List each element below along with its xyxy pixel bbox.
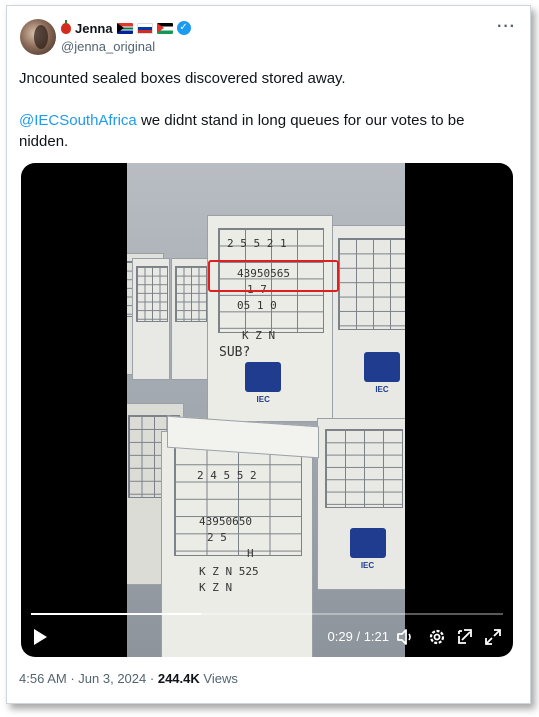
ballot-box <box>331 225 405 427</box>
author-name-row: Jenna ✓ <box>61 19 191 37</box>
video-controls: 0:29 / 1:21 <box>21 617 513 657</box>
tweet-line-2: @IECSouthAfrica we didnt stand in long q… <box>19 110 519 131</box>
box-text: 43950650 <box>199 515 252 528</box>
current-time: 0:29 <box>327 629 353 644</box>
tweet-text: Jncounted sealed boxes discovered stored… <box>19 68 519 152</box>
red-apple-icon <box>61 19 71 34</box>
verified-badge-icon: ✓ <box>176 21 191 35</box>
russia-flag-icon <box>136 22 153 34</box>
box-text: H <box>247 547 254 560</box>
settings-gear-icon[interactable] <box>427 627 447 647</box>
ballot-box <box>132 258 170 380</box>
duration: 1:21 <box>363 629 389 644</box>
south-africa-flag-icon <box>116 22 133 34</box>
tweet-line-1: Jncounted sealed boxes discovered stored… <box>19 70 346 87</box>
tweet-line-3: nidden. <box>19 133 69 150</box>
tweet-card: Jenna ✓ @jenna_original ··· Jncounted se… <box>6 5 531 704</box>
post-time[interactable]: 4:56 AM <box>19 671 67 686</box>
box-text: K Z N <box>199 581 233 594</box>
box-text: 2 4 5 5 2 <box>197 469 257 482</box>
box-text: 05 1 0 <box>237 299 277 312</box>
ballot-box <box>171 258 209 380</box>
tweet-line-2-text: we didnt stand in long queues for our vo… <box>136 112 465 129</box>
video-frame: 2 5 5 2 1 43950565 1 7 05 1 0 K Z N SUB?… <box>127 163 405 657</box>
tweet-metadata: 4:56 AM · Jun 3, 2024 · 244.4K Views <box>19 671 238 686</box>
video-player[interactable]: 2 5 5 2 1 43950565 1 7 05 1 0 K Z N SUB?… <box>21 163 513 657</box>
fullscreen-icon[interactable] <box>483 627 503 647</box>
play-icon[interactable] <box>33 629 47 645</box>
mention-link[interactable]: @IECSouthAfrica <box>19 112 137 129</box>
post-date[interactable]: Jun 3, 2024 <box>78 671 146 686</box>
box-text: K Z N 525 <box>199 565 259 578</box>
view-count: 244.4K <box>157 671 200 686</box>
video-progress-fill <box>31 613 201 615</box>
volume-icon[interactable] <box>395 627 415 647</box>
more-options-icon[interactable]: ··· <box>497 18 516 36</box>
user-handle[interactable]: @jenna_original <box>61 39 155 54</box>
avatar[interactable] <box>20 19 56 55</box>
palestine-flag-icon <box>156 22 173 34</box>
box-text: 2 5 <box>207 531 227 544</box>
picture-in-picture-icon[interactable] <box>455 627 475 647</box>
ballot-box <box>317 418 405 590</box>
highlight-rectangle <box>208 260 339 292</box>
video-progress-bar[interactable] <box>31 613 503 615</box>
display-name[interactable]: Jenna <box>75 21 113 36</box>
box-scribble: SUB? <box>219 345 251 360</box>
box-date-text: 2 5 5 2 1 <box>227 237 287 250</box>
box-text: K Z N <box>242 329 276 342</box>
video-time: 0:29 / 1:21 <box>327 629 389 644</box>
views-label: Views <box>203 671 238 686</box>
